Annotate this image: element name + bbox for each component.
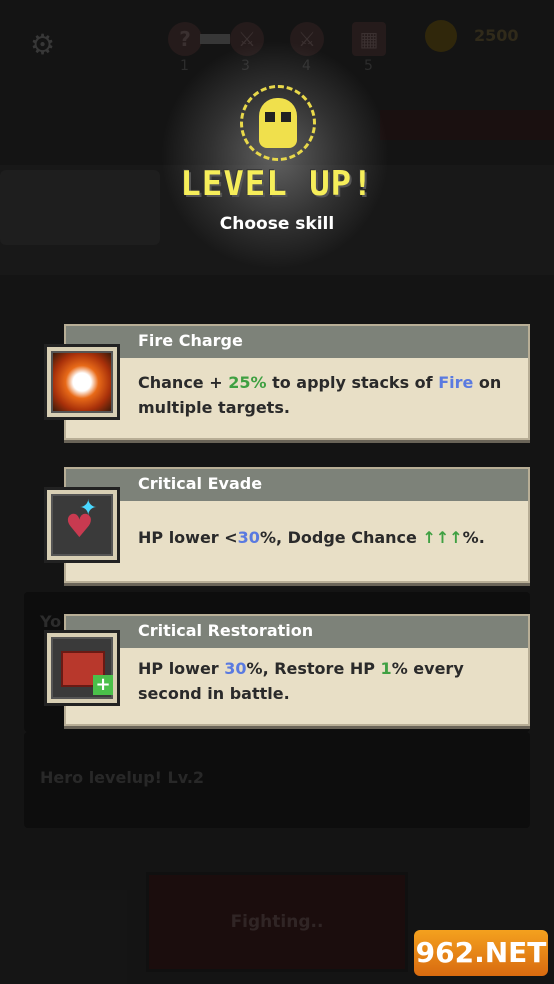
skill-description: HP lower <30%, Dodge Chance ↑↑↑%. <box>138 528 485 547</box>
skill-card-critical-evade[interactable]: Critical Evade HP lower <30%, Dodge Chan… <box>64 467 530 583</box>
skill-card-critical-restoration[interactable]: Critical Restoration HP lower 30%, Resto… <box>64 614 530 726</box>
level-up-subtitle: Choose skill <box>219 214 335 234</box>
skull-badge-icon <box>240 85 316 161</box>
skill-description: HP lower 30%, Restore HP 1% every second… <box>138 659 464 703</box>
skill-card-fire-charge[interactable]: Fire Charge Chance + 25% to apply stacks… <box>64 324 530 440</box>
skill-card-header <box>66 326 528 358</box>
skill-name: Critical Evade <box>138 474 263 493</box>
watermark-logo: 962.NET <box>414 930 548 976</box>
skill-card-header <box>66 469 528 501</box>
skill-name: Critical Restoration <box>138 621 314 640</box>
medkit-icon: + <box>44 630 120 706</box>
flaming-skull-icon <box>44 344 120 420</box>
broken-heart-icon: ♥ ✦ <box>44 487 120 563</box>
level-up-title: LEVEL UP! <box>180 164 374 204</box>
skill-description: Chance + 25% to apply stacks of Fire on … <box>138 373 502 417</box>
skill-name: Fire Charge <box>138 331 243 350</box>
